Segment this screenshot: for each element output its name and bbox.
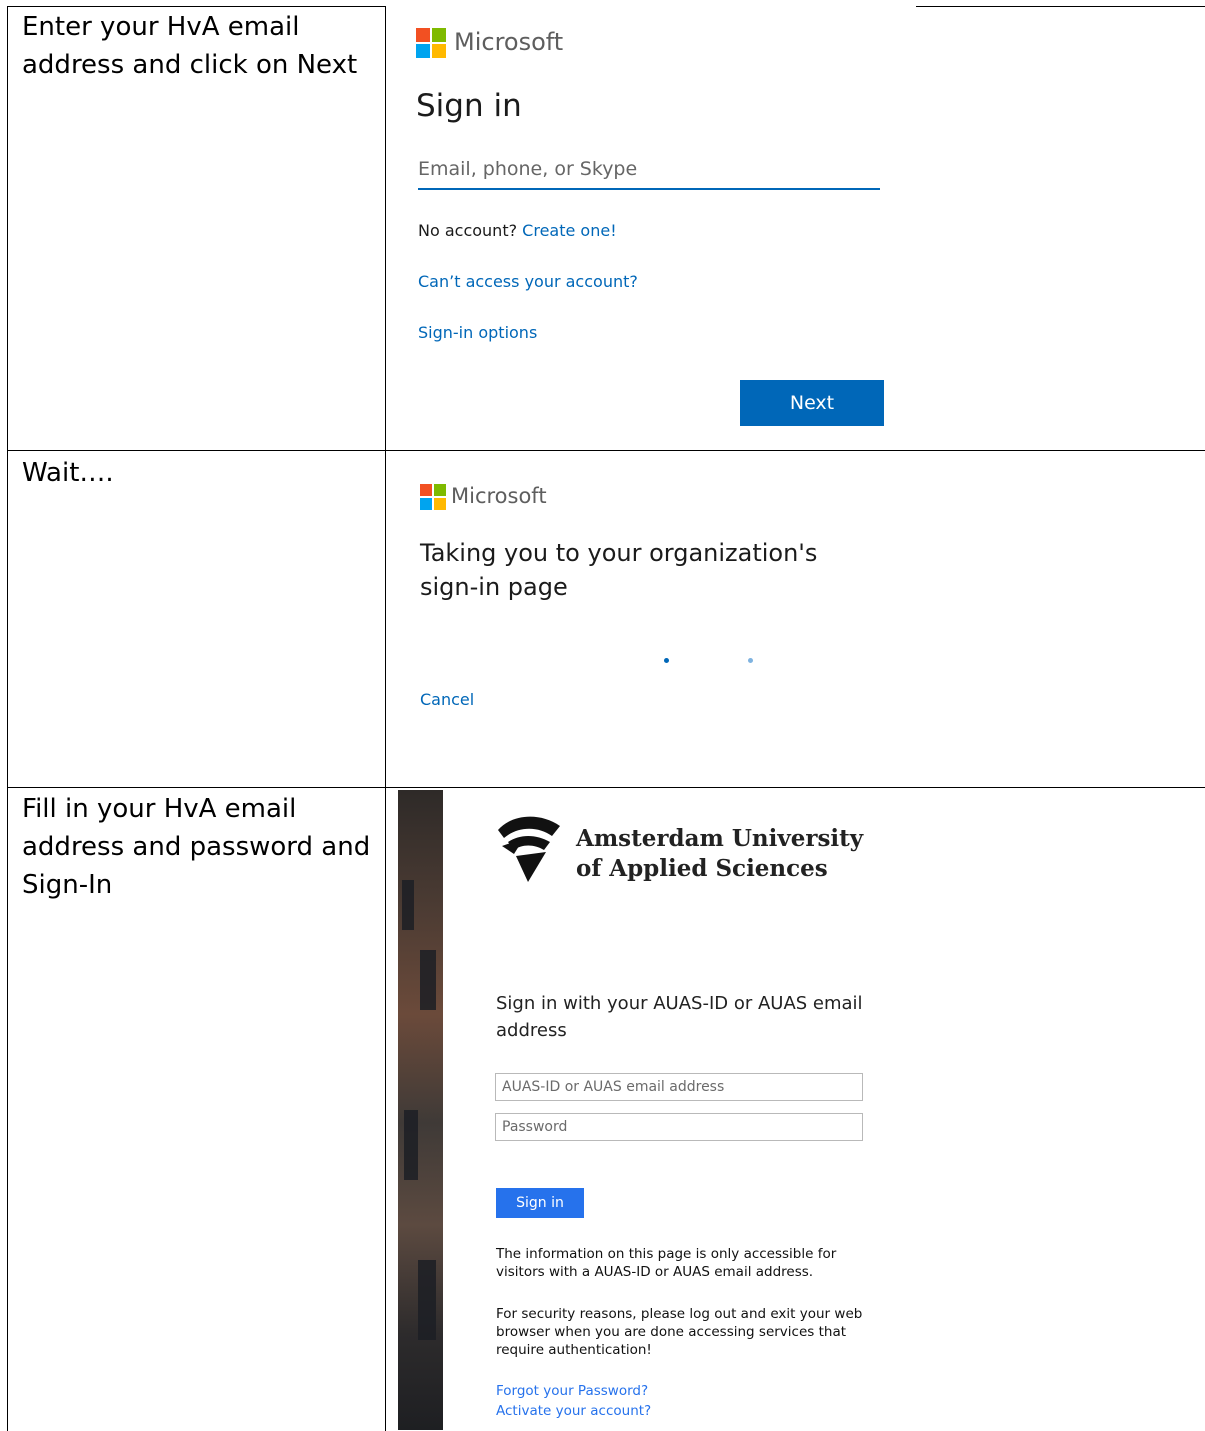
create-account-link[interactable]: Create one! xyxy=(522,221,616,240)
table-border-left xyxy=(7,6,8,1431)
signin-title: Sign in xyxy=(416,88,522,124)
logo-yellow-square xyxy=(432,44,446,58)
auas-password-input[interactable] xyxy=(495,1113,863,1141)
activate-account-link[interactable]: Activate your account? xyxy=(496,1403,651,1419)
no-account-row: No account? Create one! xyxy=(418,221,617,240)
table-row-divider-1 xyxy=(7,450,1205,451)
table-border-middle xyxy=(385,6,386,1431)
logo-red-square xyxy=(416,28,430,42)
auas-info-text: The information on this page is only acc… xyxy=(496,1246,837,1280)
instruction-step-2: Wait…. xyxy=(22,458,114,488)
auas-signin-button[interactable]: Sign in xyxy=(496,1188,584,1218)
microsoft-logo-icon xyxy=(416,28,446,58)
microsoft-wordmark: Microsoft xyxy=(454,28,564,56)
logo-green-square xyxy=(432,28,446,42)
loading-dot-icon xyxy=(748,658,753,663)
table-border-top-left xyxy=(7,6,385,7)
cant-access-link[interactable]: Can’t access your account? xyxy=(418,272,638,291)
logo-red-square xyxy=(420,484,432,496)
table-border-top-right xyxy=(916,6,1205,7)
background-window xyxy=(418,1260,436,1340)
microsoft-wordmark: Microsoft xyxy=(451,484,547,508)
loading-dot-icon xyxy=(664,658,669,663)
email-input[interactable] xyxy=(418,150,880,190)
no-account-text: No account? xyxy=(418,221,518,240)
auas-intro-text: Sign in with your AUAS-ID or AUAS email … xyxy=(496,993,863,1041)
instruction-step-1: Enter your HvA email address and click o… xyxy=(22,12,358,80)
table-row-divider-2 xyxy=(7,787,1205,788)
auas-id-input[interactable] xyxy=(495,1073,863,1101)
auas-logo-icon xyxy=(498,816,560,882)
logo-blue-square xyxy=(420,498,432,510)
instruction-step-3: Fill in your HvA email address and passw… xyxy=(22,794,371,900)
next-button[interactable]: Next xyxy=(740,380,884,426)
background-window xyxy=(420,950,436,1010)
logo-yellow-square xyxy=(434,498,446,510)
signin-options-link[interactable]: Sign-in options xyxy=(418,323,537,342)
background-window xyxy=(404,1110,418,1180)
background-window xyxy=(402,880,414,930)
auas-org-name: Amsterdam University of Applied Sciences xyxy=(576,824,863,884)
logo-blue-square xyxy=(416,44,430,58)
redirect-title: Taking you to your organization's sign-i… xyxy=(420,539,818,601)
cancel-link[interactable]: Cancel xyxy=(420,690,474,709)
auas-security-text: For security reasons, please log out and… xyxy=(496,1306,863,1358)
microsoft-logo-icon xyxy=(420,484,446,510)
logo-green-square xyxy=(434,484,446,496)
forgot-password-link[interactable]: Forgot your Password? xyxy=(496,1383,648,1399)
auas-org-line-1: Amsterdam University xyxy=(576,825,864,852)
auas-org-line-2: of Applied Sciences xyxy=(576,855,828,882)
